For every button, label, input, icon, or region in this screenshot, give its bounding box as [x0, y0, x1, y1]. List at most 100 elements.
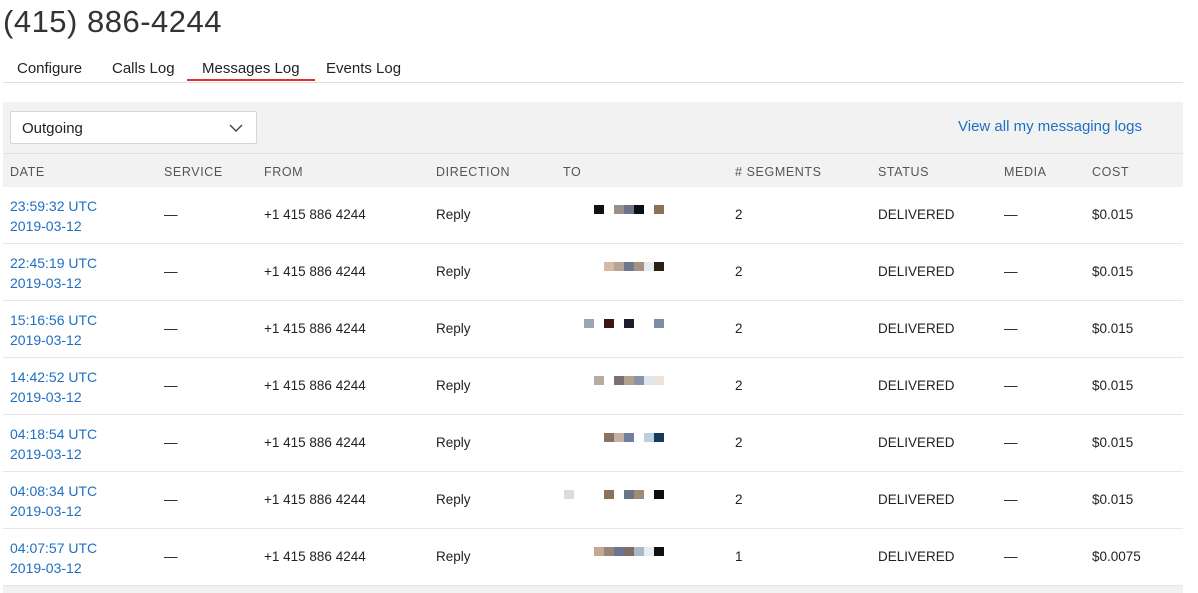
- message-time: 04:07:57 UTC: [10, 540, 98, 556]
- to-cell-redacted: [554, 358, 695, 414]
- segments-cell: 2: [735, 435, 743, 450]
- message-date-link[interactable]: 23:59:32 UTC 2019-03-12: [10, 196, 97, 236]
- media-cell: —: [1004, 264, 1018, 279]
- message-date-link[interactable]: 04:07:57 UTC 2019-03-12: [10, 538, 97, 578]
- column-header-direction: DIRECTION: [436, 165, 511, 179]
- message-date-link[interactable]: 15:16:56 UTC 2019-03-12: [10, 310, 97, 350]
- view-all-messaging-logs-link[interactable]: View all my messaging logs: [958, 118, 1142, 135]
- to-cell-redacted: [554, 415, 695, 471]
- status-cell: DELIVERED: [878, 378, 955, 393]
- message-day: 2019-03-12: [10, 275, 82, 291]
- segments-cell: 2: [735, 492, 743, 507]
- message-time: 23:59:32 UTC: [10, 198, 98, 214]
- direction-cell: Reply: [436, 207, 471, 222]
- column-header-service: SERVICE: [164, 165, 223, 179]
- direction-cell: Reply: [436, 549, 471, 564]
- segments-cell: 1: [735, 549, 743, 564]
- cost-cell: $0.015: [1092, 321, 1134, 336]
- redacted-pixels: [594, 205, 664, 214]
- message-day: 2019-03-12: [10, 332, 82, 348]
- message-day: 2019-03-12: [10, 218, 82, 234]
- segments-cell: 2: [735, 378, 743, 393]
- to-cell-redacted: [554, 529, 695, 585]
- to-cell-redacted: [554, 187, 695, 243]
- direction-cell: Reply: [436, 435, 471, 450]
- service-cell: —: [164, 549, 178, 564]
- message-day: 2019-03-12: [10, 389, 82, 405]
- tab-calls-log[interactable]: Calls Log: [112, 58, 175, 80]
- message-time: 04:08:34 UTC: [10, 483, 98, 499]
- message-date-link[interactable]: 04:18:54 UTC 2019-03-12: [10, 424, 97, 464]
- service-cell: —: [164, 435, 178, 450]
- segments-cell: 2: [735, 207, 743, 222]
- service-cell: —: [164, 378, 178, 393]
- from-cell: +1 415 886 4244: [264, 435, 366, 450]
- direction-filter-select[interactable]: Outgoing: [10, 111, 257, 144]
- status-cell: DELIVERED: [878, 321, 955, 336]
- to-cell-redacted: [554, 244, 695, 300]
- segments-cell: 2: [735, 264, 743, 279]
- from-cell: +1 415 886 4244: [264, 492, 366, 507]
- table-row[interactable]: 04:18:54 UTC 2019-03-12 — +1 415 886 4244…: [3, 415, 1183, 472]
- message-time: 15:16:56 UTC: [10, 312, 98, 328]
- service-cell: —: [164, 264, 178, 279]
- from-cell: +1 415 886 4244: [264, 321, 366, 336]
- cost-cell: $0.015: [1092, 207, 1134, 222]
- table-header: DATE SERVICE FROM DIRECTION TO # SEGMENT…: [3, 153, 1183, 188]
- table-row[interactable]: 15:16:56 UTC 2019-03-12 — +1 415 886 4244…: [3, 301, 1183, 358]
- message-time: 14:42:52 UTC: [10, 369, 98, 385]
- cost-cell: $0.015: [1092, 378, 1134, 393]
- page-title: (415) 886-4244: [3, 4, 222, 39]
- table-row[interactable]: 22:45:19 UTC 2019-03-12 — +1 415 886 4244…: [3, 244, 1183, 301]
- from-cell: +1 415 886 4244: [264, 264, 366, 279]
- tab-messages-log[interactable]: Messages Log: [187, 58, 315, 81]
- message-time: 04:18:54 UTC: [10, 426, 98, 442]
- direction-cell: Reply: [436, 378, 471, 393]
- message-day: 2019-03-12: [10, 503, 82, 519]
- message-date-link[interactable]: 14:42:52 UTC 2019-03-12: [10, 367, 97, 407]
- status-cell: DELIVERED: [878, 549, 955, 564]
- from-cell: +1 415 886 4244: [264, 549, 366, 564]
- cost-cell: $0.015: [1092, 492, 1134, 507]
- column-header-media: MEDIA: [1004, 165, 1047, 179]
- direction-filter-value: Outgoing: [22, 120, 83, 137]
- status-cell: DELIVERED: [878, 264, 955, 279]
- direction-cell: Reply: [436, 492, 471, 507]
- column-header-cost: COST: [1092, 165, 1130, 179]
- to-cell-redacted: [554, 301, 695, 357]
- tab-configure[interactable]: Configure: [17, 58, 82, 80]
- table-row[interactable]: 04:07:57 UTC 2019-03-12 — +1 415 886 4244…: [3, 529, 1183, 586]
- tab-events-log[interactable]: Events Log: [326, 58, 401, 80]
- media-cell: —: [1004, 378, 1018, 393]
- chevron-down-icon: [229, 124, 243, 132]
- table-row[interactable]: 14:42:52 UTC 2019-03-12 — +1 415 886 4244…: [3, 358, 1183, 415]
- tab-bar: Configure Calls Log Messages Log Events …: [3, 58, 1183, 83]
- message-day: 2019-03-12: [10, 560, 82, 576]
- column-header-date: DATE: [10, 165, 45, 179]
- from-cell: +1 415 886 4244: [264, 207, 366, 222]
- redacted-pixels: [584, 319, 664, 328]
- service-cell: —: [164, 492, 178, 507]
- status-cell: DELIVERED: [878, 207, 955, 222]
- service-cell: —: [164, 207, 178, 222]
- message-date-link[interactable]: 22:45:19 UTC 2019-03-12: [10, 253, 97, 293]
- table-row[interactable]: 04:08:34 UTC 2019-03-12 — +1 415 886 4244…: [3, 472, 1183, 529]
- cost-cell: $0.0075: [1092, 549, 1141, 564]
- redacted-pixels: [604, 433, 664, 442]
- redacted-pixels: [604, 262, 664, 271]
- status-cell: DELIVERED: [878, 492, 955, 507]
- redacted-pixels: [564, 490, 664, 499]
- segments-cell: 2: [735, 321, 743, 336]
- redacted-pixels: [594, 376, 664, 385]
- media-cell: —: [1004, 321, 1018, 336]
- cost-cell: $0.015: [1092, 435, 1134, 450]
- message-day: 2019-03-12: [10, 446, 82, 462]
- to-cell-redacted: [554, 472, 695, 528]
- table-row[interactable]: 23:59:32 UTC 2019-03-12 — +1 415 886 4244…: [3, 187, 1183, 244]
- direction-cell: Reply: [436, 264, 471, 279]
- messages-log-panel: Outgoing View all my messaging logs DATE…: [3, 102, 1183, 593]
- cost-cell: $0.015: [1092, 264, 1134, 279]
- from-cell: +1 415 886 4244: [264, 378, 366, 393]
- message-date-link[interactable]: 04:08:34 UTC 2019-03-12: [10, 481, 97, 521]
- media-cell: —: [1004, 207, 1018, 222]
